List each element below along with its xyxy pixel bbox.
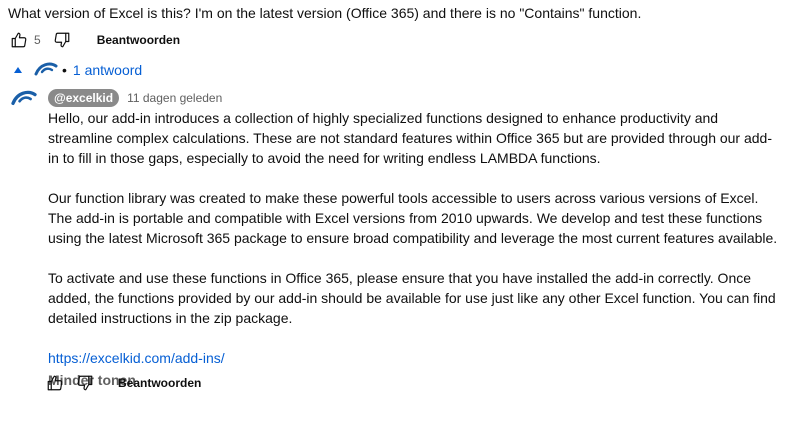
dislike-button[interactable] [51,29,73,51]
like-icon [47,375,63,391]
dislike-icon [54,32,70,48]
like-button[interactable] [44,372,66,394]
reply-button[interactable]: Beantwoorden [97,33,180,47]
replies-toggle[interactable]: • 1 antwoord [14,60,142,80]
reply-paragraph: Our function library was created to make… [48,190,778,246]
reply-button[interactable]: Beantwoorden [118,376,201,390]
comment-text: What version of Excel is this? I'm on th… [8,5,642,21]
comment-actions: 5 Beantwoorden [8,29,180,51]
reply-paragraph: To activate and use these functions in O… [48,270,776,326]
caret-up-icon [14,67,22,73]
avatar[interactable] [10,88,38,115]
reply-paragraph: Hello, our add-in introduces a collectio… [48,110,773,166]
excelkid-logo-icon [34,62,58,76]
excelkid-avatar-icon [11,90,37,106]
dislike-button[interactable] [74,372,96,394]
reply-actions: Beantwoorden [44,372,201,394]
dislike-icon [77,375,93,391]
reply-body: Hello, our add-in introduces a collectio… [48,108,778,390]
like-icon [11,32,27,48]
like-count: 5 [34,33,41,47]
addins-link[interactable]: https://excelkid.com/add-ins/ [48,350,225,366]
separator: • [62,62,67,78]
replies-count-label: 1 antwoord [72,62,143,78]
timestamp[interactable]: 11 dagen geleden [127,91,222,105]
reply-header: @excelkid 11 dagen geleden [48,89,222,107]
like-button[interactable] [8,29,30,51]
author-badge[interactable]: @excelkid [48,89,120,107]
